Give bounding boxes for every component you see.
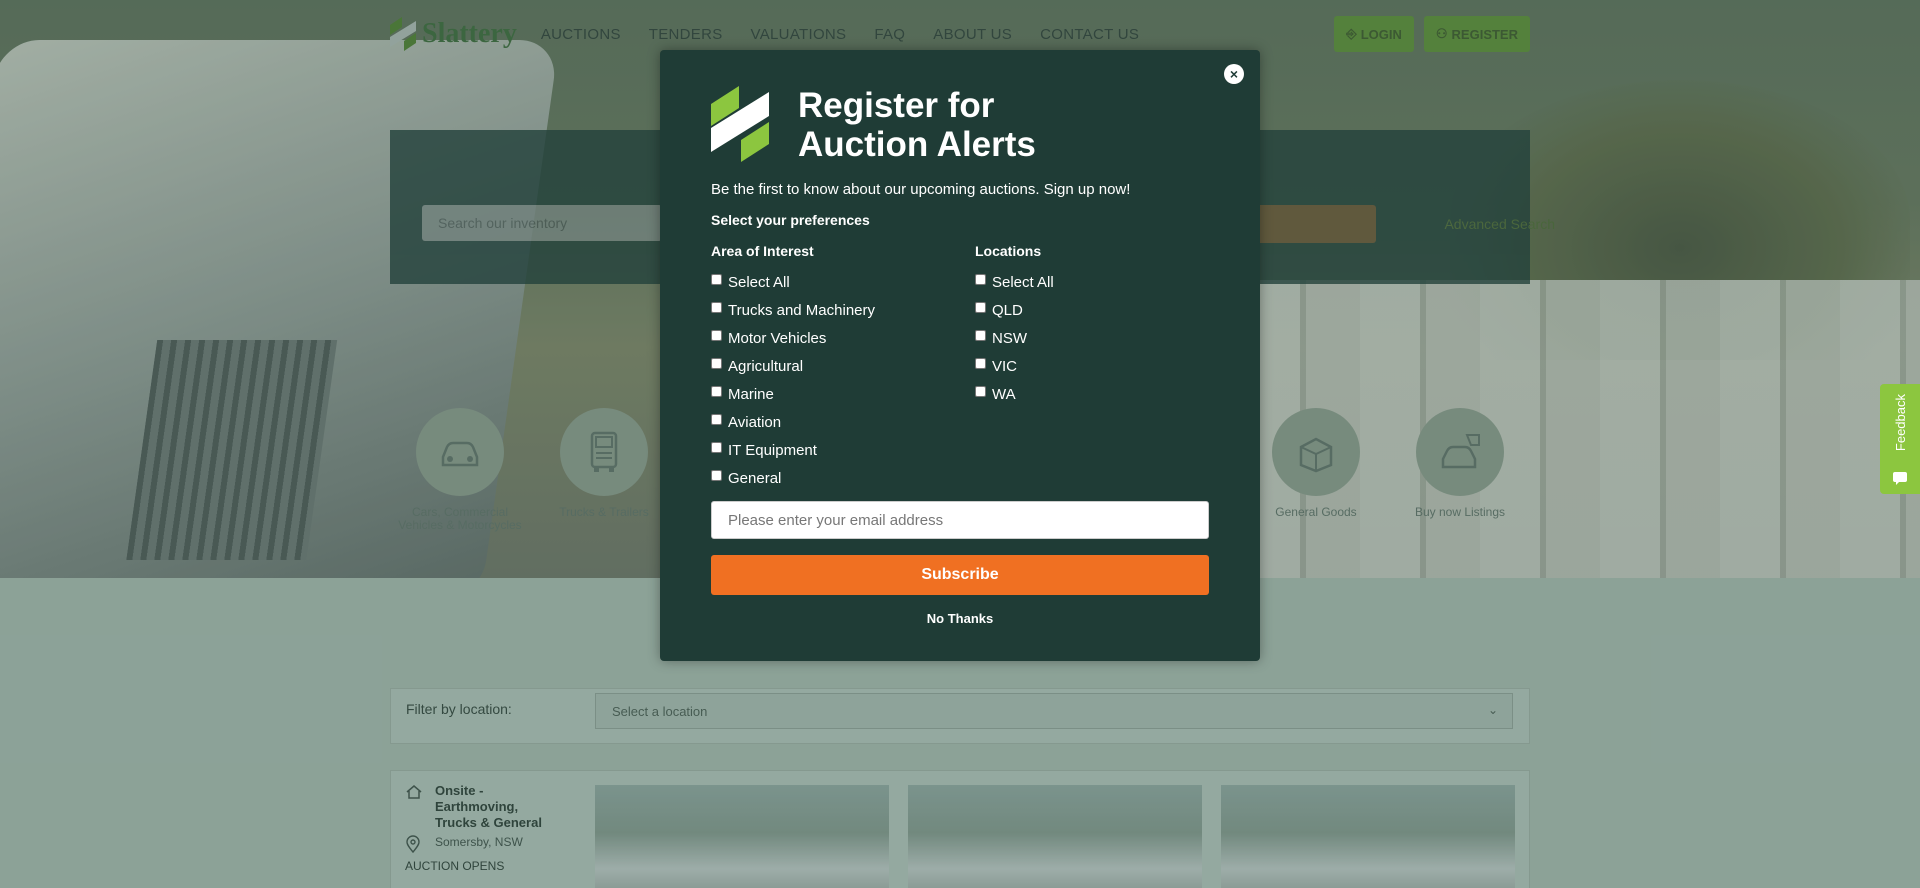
checkbox[interactable] bbox=[711, 385, 722, 397]
no-thanks-link[interactable]: No Thanks bbox=[660, 611, 1260, 626]
modal-subtitle: Be the first to know about our upcoming … bbox=[711, 181, 1131, 198]
interest-option-select-all[interactable]: Select All bbox=[711, 268, 875, 296]
email-field[interactable]: Please enter your email address bbox=[711, 501, 1209, 539]
location-option-nsw[interactable]: NSW bbox=[975, 324, 1054, 352]
checkbox[interactable] bbox=[711, 469, 722, 481]
option-label: NSW bbox=[992, 329, 1027, 347]
checkbox[interactable] bbox=[975, 301, 986, 313]
interest-option-aviation[interactable]: Aviation bbox=[711, 408, 875, 436]
checkbox[interactable] bbox=[975, 385, 986, 397]
option-label: Marine bbox=[728, 385, 774, 403]
checkbox[interactable] bbox=[711, 301, 722, 313]
location-option-wa[interactable]: WA bbox=[975, 380, 1054, 408]
interest-option-trucks-machinery[interactable]: Trucks and Machinery bbox=[711, 296, 875, 324]
preferences-label: Select your preferences bbox=[711, 212, 870, 228]
option-label: Select All bbox=[992, 273, 1054, 291]
checkbox[interactable] bbox=[711, 413, 722, 425]
interest-options: Area of Interest Select All Trucks and M… bbox=[711, 243, 875, 492]
modal-title-line1: Register for bbox=[798, 86, 995, 125]
location-options: Locations Select All QLD NSW VIC WA bbox=[975, 243, 1054, 408]
checkbox[interactable] bbox=[975, 329, 986, 341]
modal-title: Register for Auction Alerts bbox=[798, 86, 1036, 164]
interest-option-motor-vehicles[interactable]: Motor Vehicles bbox=[711, 324, 875, 352]
interest-option-it-equipment[interactable]: IT Equipment bbox=[711, 436, 875, 464]
interest-option-marine[interactable]: Marine bbox=[711, 380, 875, 408]
interest-option-agricultural[interactable]: Agricultural bbox=[711, 352, 875, 380]
option-label: WA bbox=[992, 385, 1016, 403]
checkbox[interactable] bbox=[711, 329, 722, 341]
checkbox[interactable] bbox=[711, 357, 722, 369]
option-label: Agricultural bbox=[728, 357, 804, 375]
close-button[interactable]: × bbox=[1224, 64, 1244, 84]
option-label: Aviation bbox=[728, 413, 782, 431]
location-option-qld[interactable]: QLD bbox=[975, 296, 1054, 324]
option-label: Select All bbox=[728, 273, 790, 291]
feedback-label: Feedback bbox=[1892, 394, 1908, 452]
checkbox[interactable] bbox=[975, 273, 986, 285]
option-label: General bbox=[728, 469, 782, 487]
option-label: Trucks and Machinery bbox=[728, 301, 875, 319]
location-option-vic[interactable]: VIC bbox=[975, 352, 1054, 380]
subscribe-button[interactable]: Subscribe bbox=[711, 555, 1209, 595]
option-label: QLD bbox=[992, 301, 1023, 319]
modal-title-line2: Auction Alerts bbox=[798, 125, 1036, 164]
interest-option-general[interactable]: General bbox=[711, 464, 875, 492]
checkbox[interactable] bbox=[975, 357, 986, 369]
feedback-tab[interactable]: Feedback bbox=[1880, 384, 1920, 494]
option-label: VIC bbox=[992, 357, 1018, 375]
checkbox[interactable] bbox=[711, 273, 722, 285]
option-label: IT Equipment bbox=[728, 441, 817, 459]
interest-heading: Area of Interest bbox=[711, 243, 814, 259]
chat-icon bbox=[1893, 472, 1907, 485]
slattery-logo-icon bbox=[711, 86, 769, 162]
locations-heading: Locations bbox=[975, 243, 1042, 259]
checkbox[interactable] bbox=[711, 441, 722, 453]
option-label: Motor Vehicles bbox=[728, 329, 827, 347]
auction-alerts-modal: × Register for Auction Alerts Be the fir… bbox=[660, 50, 1260, 661]
location-option-select-all[interactable]: Select All bbox=[975, 268, 1054, 296]
